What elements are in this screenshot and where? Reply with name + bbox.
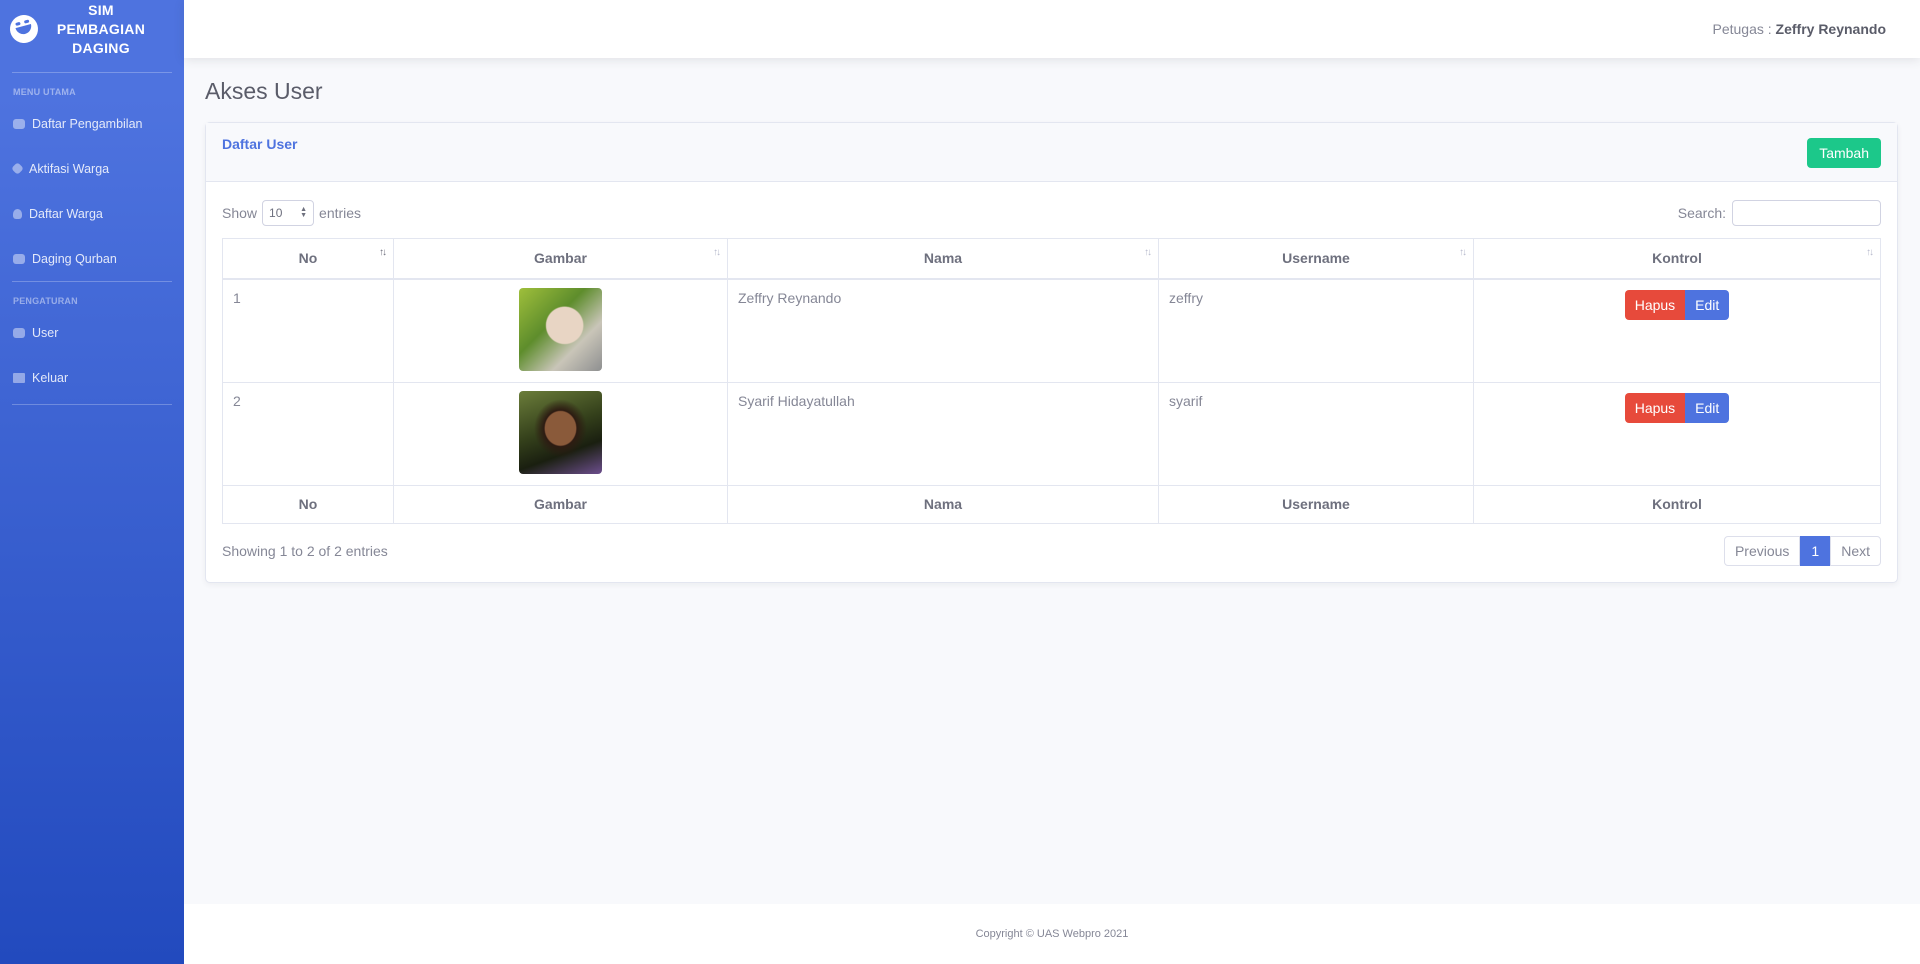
cell-kontrol: Hapus Edit: [1473, 278, 1881, 383]
footer-header-gambar: Gambar: [393, 484, 728, 524]
sidebar-item-user[interactable]: User: [0, 310, 184, 355]
sort-icon: ↑↓: [379, 247, 387, 258]
sidebar-item-daftar-pengambilan[interactable]: Daftar Pengambilan: [0, 101, 184, 146]
tag-icon: [11, 162, 24, 175]
sort-icon: ↑↓: [1866, 247, 1874, 258]
edit-button[interactable]: Edit: [1685, 392, 1730, 423]
copyright-text: Copyright © UAS Webpro 2021: [975, 928, 1129, 940]
search-control: Search:: [1678, 200, 1881, 226]
topbar: Petugas : Zeffry Reynando: [184, 0, 1920, 58]
card-header: Daftar User Tambah: [206, 123, 1897, 182]
hand-holding-icon: [13, 118, 25, 129]
sidebar-item-daging-qurban[interactable]: Daging Qurban: [0, 236, 184, 281]
cell-kontrol: Hapus Edit: [1473, 381, 1881, 486]
entries-value: 10: [269, 206, 283, 220]
next-page-button[interactable]: Next: [1830, 535, 1881, 566]
sidebar-item-aktifasi-warga[interactable]: Aktifasi Warga: [0, 146, 184, 191]
footer-header-username: Username: [1158, 484, 1474, 524]
previous-page-button[interactable]: Previous: [1723, 535, 1801, 566]
search-input[interactable]: [1732, 200, 1881, 226]
table-info: Showing 1 to 2 of 2 entries: [222, 542, 388, 559]
brand-name: SIM PEMBAGIAN DAGING: [56, 1, 146, 56]
table-footer: Showing 1 to 2 of 2 entries Previous 1 N…: [222, 535, 1881, 566]
officer-name[interactable]: Zeffry Reynando: [1776, 21, 1886, 37]
column-header-username[interactable]: Username ↑↓: [1158, 238, 1474, 280]
cell-gambar: [393, 278, 728, 383]
user-photo: [519, 390, 602, 474]
sidebar-item-label: Keluar: [32, 370, 69, 385]
card-body: Show 10 ▲ ▼ entries Search: No ↑↓ Gambar…: [206, 182, 1897, 582]
main-content: Akses User Daftar User Tambah Show 10 ▲ ▼…: [205, 58, 1898, 583]
sort-icon: ↑↓: [1459, 247, 1467, 258]
sidebar-item-keluar[interactable]: Keluar: [0, 355, 184, 400]
delete-button[interactable]: Hapus: [1624, 289, 1686, 320]
column-header-no[interactable]: No ↑↓: [222, 238, 394, 280]
pagination: Previous 1 Next: [1723, 535, 1881, 566]
cow-icon: [13, 253, 25, 264]
cell-username: syarif: [1158, 381, 1474, 486]
sidebar-item-label: Daftar Warga: [29, 206, 103, 221]
page-footer: Copyright © UAS Webpro 2021: [184, 904, 1920, 964]
sort-arrows-icon: ▲ ▼: [300, 206, 308, 219]
footer-header-nama: Nama: [727, 484, 1159, 524]
column-header-gambar[interactable]: Gambar ↑↓: [393, 238, 728, 280]
entries-select[interactable]: 10 ▲ ▼: [262, 200, 315, 226]
laugh-wink-icon: [6, 11, 42, 47]
sidebar-item-daftar-warga[interactable]: Daftar Warga: [0, 191, 184, 236]
footer-header-no: No: [222, 484, 394, 524]
sort-icon: ↑↓: [713, 247, 721, 258]
sort-icon: ↑↓: [1144, 247, 1152, 258]
edit-button[interactable]: Edit: [1685, 289, 1730, 320]
sidebar-heading-main: MENU UTAMA: [13, 87, 76, 97]
table-row: 2 Syarif Hidayatullah syarif Hapus Edit: [222, 381, 1881, 486]
action-buttons: Hapus Edit: [1624, 392, 1730, 423]
footer-header-kontrol: Kontrol: [1473, 484, 1881, 524]
sidebar: SIM PEMBAGIAN DAGING MENU UTAMA Daftar P…: [0, 0, 184, 964]
sidebar-item-label: Daftar Pengambilan: [32, 116, 143, 131]
sidebar-item-label: Aktifasi Warga: [29, 161, 110, 176]
user-icon: [13, 208, 22, 219]
users-icon: [13, 327, 25, 338]
page-title: Akses User: [205, 78, 323, 104]
user-photo: [519, 287, 602, 371]
sidebar-heading-settings: PENGATURAN: [13, 296, 78, 306]
user-table: No ↑↓ Gambar ↑↓ Nama ↑↓ Username ↑↓ Kontrol ↑…: [222, 238, 1881, 524]
cell-no: 2: [222, 381, 394, 486]
delete-button[interactable]: Hapus: [1624, 392, 1686, 423]
cell-no: 1: [222, 278, 394, 383]
search-label: Search:: [1677, 205, 1726, 221]
action-buttons: Hapus Edit: [1624, 289, 1730, 320]
page-button-current[interactable]: 1: [1800, 535, 1831, 566]
user-card: Daftar User Tambah Show 10 ▲ ▼ entries Se…: [205, 122, 1898, 583]
column-header-kontrol[interactable]: Kontrol ↑↓: [1473, 238, 1881, 280]
cell-gambar: [393, 381, 728, 486]
table-row: 1 Zeffry Reynando zeffry Hapus Edit: [222, 278, 1881, 383]
cell-nama: Syarif Hidayatullah: [727, 381, 1159, 486]
column-header-nama[interactable]: Nama ↑↓: [727, 238, 1159, 280]
add-user-button[interactable]: Tambah: [1807, 138, 1881, 168]
card-title: Daftar User: [222, 136, 298, 152]
sidebar-item-label: Daging Qurban: [32, 251, 117, 266]
sidebar-item-label: User: [32, 325, 59, 340]
sign-out-icon: [13, 372, 25, 383]
length-control: Show 10 ▲ ▼ entries: [222, 200, 361, 226]
sidebar-divider: [12, 404, 172, 405]
cell-nama: Zeffry Reynando: [727, 278, 1159, 383]
table-controls: Show 10 ▲ ▼ entries Search:: [222, 198, 1881, 228]
brand[interactable]: SIM PEMBAGIAN DAGING: [0, 0, 184, 58]
officer-label: Petugas :: [1712, 21, 1772, 37]
entries-label: entries: [319, 205, 362, 221]
cell-username: zeffry: [1158, 278, 1474, 383]
show-label: Show: [222, 205, 258, 221]
